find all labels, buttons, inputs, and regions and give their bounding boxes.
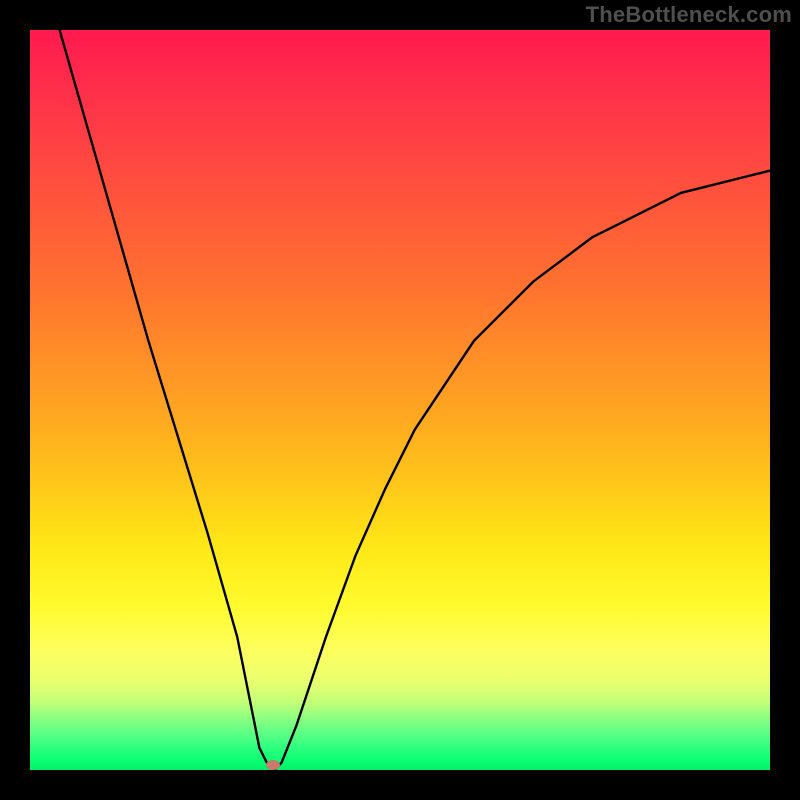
optimum-marker-dot	[266, 760, 280, 770]
bottleneck-curve	[30, 30, 770, 770]
curve-path	[60, 30, 770, 770]
watermark-text: TheBottleneck.com	[586, 2, 792, 28]
plot-area	[30, 30, 770, 770]
chart-frame: TheBottleneck.com	[0, 0, 800, 800]
